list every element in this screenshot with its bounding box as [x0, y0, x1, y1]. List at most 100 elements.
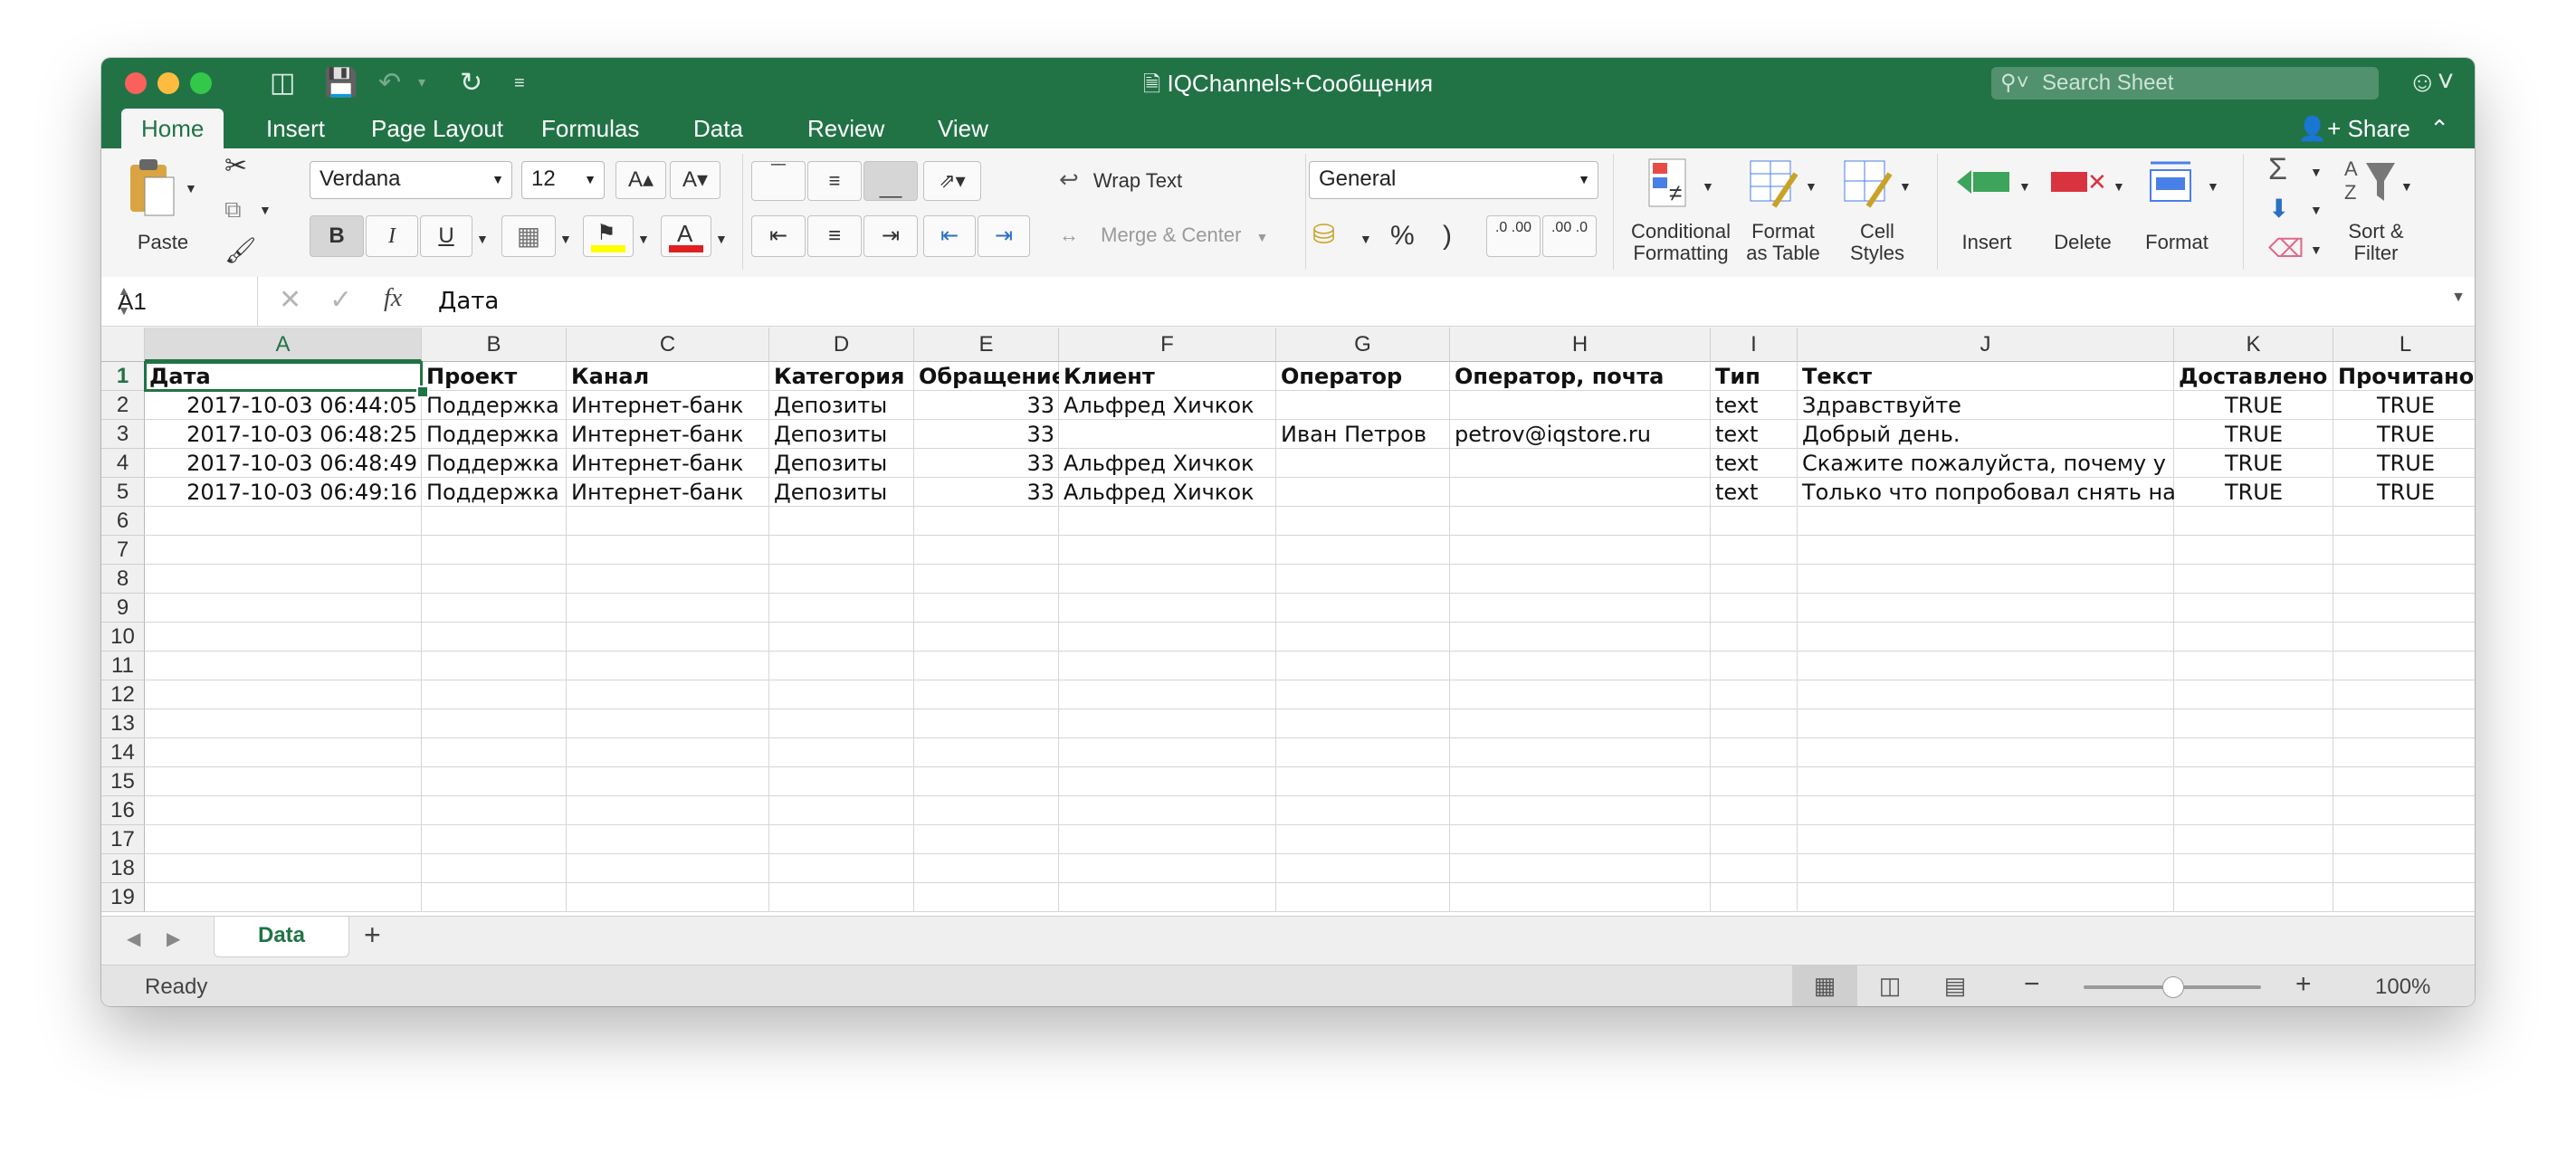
conditional-formatting-dropdown-icon[interactable]: ▼ [1702, 179, 1714, 194]
column-header-a[interactable]: A [145, 328, 422, 362]
fill-color-button[interactable]: ⚑ [583, 215, 634, 257]
cell-c1[interactable]: Канал [567, 362, 769, 391]
cell-k3[interactable]: TRUE [2174, 420, 2333, 449]
confirm-entry-icon[interactable]: ✓ [329, 284, 352, 316]
cell-c3[interactable]: Интернет-банк [567, 420, 769, 449]
cell-f4[interactable]: Альфред Хичкок [1059, 449, 1276, 478]
align-top-button[interactable]: ‾‾ [751, 161, 806, 201]
cell-l4[interactable]: TRUE [2333, 449, 2475, 478]
row-header-2[interactable]: 2 [101, 391, 145, 420]
orientation-button[interactable]: ⇗▾ [923, 161, 981, 201]
increase-font-size-button[interactable]: A▴ [615, 161, 666, 199]
cell-c5[interactable]: Интернет-банк [567, 478, 769, 507]
merge-center-button[interactable]: ↔ Merge & Center ▼ [1059, 217, 1268, 255]
share-button[interactable]: 👤+ Share ⌃ [2298, 109, 2449, 148]
align-left-button[interactable]: ⇤ [751, 215, 806, 257]
font-name-select[interactable]: Verdana ▼ [310, 161, 512, 199]
row-header-9[interactable]: 9 [101, 594, 145, 623]
column-header-k[interactable]: K [2174, 328, 2333, 362]
tab-data[interactable]: Data [673, 109, 763, 148]
cell-d1[interactable]: Категория [769, 362, 914, 391]
cell-b4[interactable]: Поддержка [422, 449, 567, 478]
insert-cells-icon[interactable] [1953, 157, 2013, 208]
conditional-formatting-icon[interactable]: ≠ [1646, 156, 1700, 210]
column-header-i[interactable]: I [1711, 328, 1798, 362]
clear-dropdown-icon[interactable]: ▼ [2310, 243, 2323, 257]
cell-f2[interactable]: Альфред Хичкок [1059, 391, 1276, 420]
row-header-18[interactable]: 18 [101, 854, 145, 883]
increase-indent-button[interactable]: ⇥ [978, 215, 1030, 257]
tab-home[interactable]: Home [121, 109, 224, 148]
tab-formulas[interactable]: Formulas [521, 109, 659, 148]
borders-dropdown-icon[interactable]: ▼ [559, 232, 572, 246]
zoom-slider-thumb[interactable] [2162, 976, 2184, 998]
cell-k5[interactable]: TRUE [2174, 478, 2333, 507]
name-box[interactable]: A1 ▲ ▼ [101, 277, 258, 326]
account-smiley-icon[interactable]: ☺˅ [2408, 65, 2454, 98]
cell-k2[interactable]: TRUE [2174, 391, 2333, 420]
cell-j4[interactable]: Скажите пожалуйста, почему у м [1798, 449, 2174, 478]
search-sheet-input[interactable]: ⚲˅ Search Sheet [1991, 67, 2379, 100]
row-header-10[interactable]: 10 [101, 623, 145, 652]
accounting-dropdown-icon[interactable]: ▼ [1360, 232, 1372, 246]
row-header-1[interactable]: 1 [101, 362, 145, 391]
zoom-slider[interactable] [2084, 976, 2261, 998]
row-header-8[interactable]: 8 [101, 565, 145, 594]
row-header-15[interactable]: 15 [101, 767, 145, 796]
page-break-view-icon[interactable]: ▤ [1922, 966, 1988, 1006]
copy-dropdown-icon[interactable]: ▼ [259, 203, 272, 217]
autosum-dropdown-icon[interactable]: ▼ [2310, 165, 2323, 179]
number-format-select[interactable]: General ▼ [1309, 161, 1598, 199]
cell-a4[interactable]: 2017-10-03 06:48:49 [145, 449, 422, 478]
sheet-tab-data[interactable]: Data [214, 917, 349, 957]
row-header-17[interactable]: 17 [101, 825, 145, 854]
add-sheet-button[interactable]: + [364, 918, 381, 952]
cell-e3[interactable]: 33 [914, 420, 1059, 449]
row-header-6[interactable]: 6 [101, 507, 145, 536]
cell-i2[interactable]: text [1711, 391, 1798, 420]
row-header-4[interactable]: 4 [101, 449, 145, 478]
fill-color-dropdown-icon[interactable]: ▼ [637, 232, 650, 246]
zoom-in-button[interactable]: + [2295, 969, 2312, 1000]
insert-function-button[interactable]: fx [384, 284, 402, 313]
underline-button[interactable]: U [420, 215, 472, 257]
column-header-j[interactable]: J [1798, 328, 2174, 362]
cell-k4[interactable]: TRUE [2174, 449, 2333, 478]
cell-b1[interactable]: Проект [422, 362, 567, 391]
tab-page-layout[interactable]: Page Layout [351, 109, 523, 148]
row-header-14[interactable]: 14 [101, 738, 145, 767]
cell-i5[interactable]: text [1711, 478, 1798, 507]
cell-e2[interactable]: 33 [914, 391, 1059, 420]
row-header-13[interactable]: 13 [101, 709, 145, 738]
row-header-16[interactable]: 16 [101, 796, 145, 825]
delete-cells-icon[interactable]: ✕ [2047, 157, 2107, 208]
cell-styles-icon[interactable] [1841, 156, 1895, 210]
format-cells-icon[interactable] [2143, 157, 2203, 208]
decrease-decimal-button[interactable]: .00 .0 [1542, 215, 1597, 257]
cancel-entry-icon[interactable]: ✕ [279, 284, 301, 316]
zoom-out-button[interactable]: − [2024, 969, 2040, 1000]
column-header-b[interactable]: B [422, 328, 567, 362]
formula-input[interactable]: Дата [438, 288, 499, 315]
cell-c4[interactable]: Интернет-банк [567, 449, 769, 478]
fill-handle[interactable] [416, 385, 429, 398]
column-header-g[interactable]: G [1276, 328, 1450, 362]
cell-j2[interactable]: Здравствуйте [1798, 391, 2174, 420]
increase-decimal-button[interactable]: .0 .00 [1486, 215, 1541, 257]
format-as-table-icon[interactable] [1747, 156, 1801, 210]
fill-dropdown-icon[interactable]: ▼ [2310, 203, 2323, 217]
name-box-stepper-icon[interactable]: ▲ ▼ [118, 281, 250, 320]
tab-view[interactable]: View [918, 109, 1008, 148]
cell-i1[interactable]: Тип [1711, 362, 1798, 391]
italic-button[interactable]: I [366, 215, 418, 257]
spreadsheet-grid[interactable]: ABCDEFGHIJKL 1 2 3 4 5 6 7 8 9 10 11 12 13 14 15 16 17 18… [101, 328, 2475, 916]
column-header-e[interactable]: E [914, 328, 1059, 362]
bold-button[interactable]: B [310, 215, 364, 257]
cell-b3[interactable]: Поддержка [422, 420, 567, 449]
copy-icon[interactable]: ⧉ [224, 195, 242, 224]
clear-eraser-icon[interactable]: ⌫ [2268, 233, 2304, 263]
cell-a3[interactable]: 2017-10-03 06:48:25 [145, 420, 422, 449]
row-header-7[interactable]: 7 [101, 536, 145, 565]
paste-button[interactable] [125, 157, 179, 221]
cell-e1[interactable]: Обращение [914, 362, 1059, 391]
